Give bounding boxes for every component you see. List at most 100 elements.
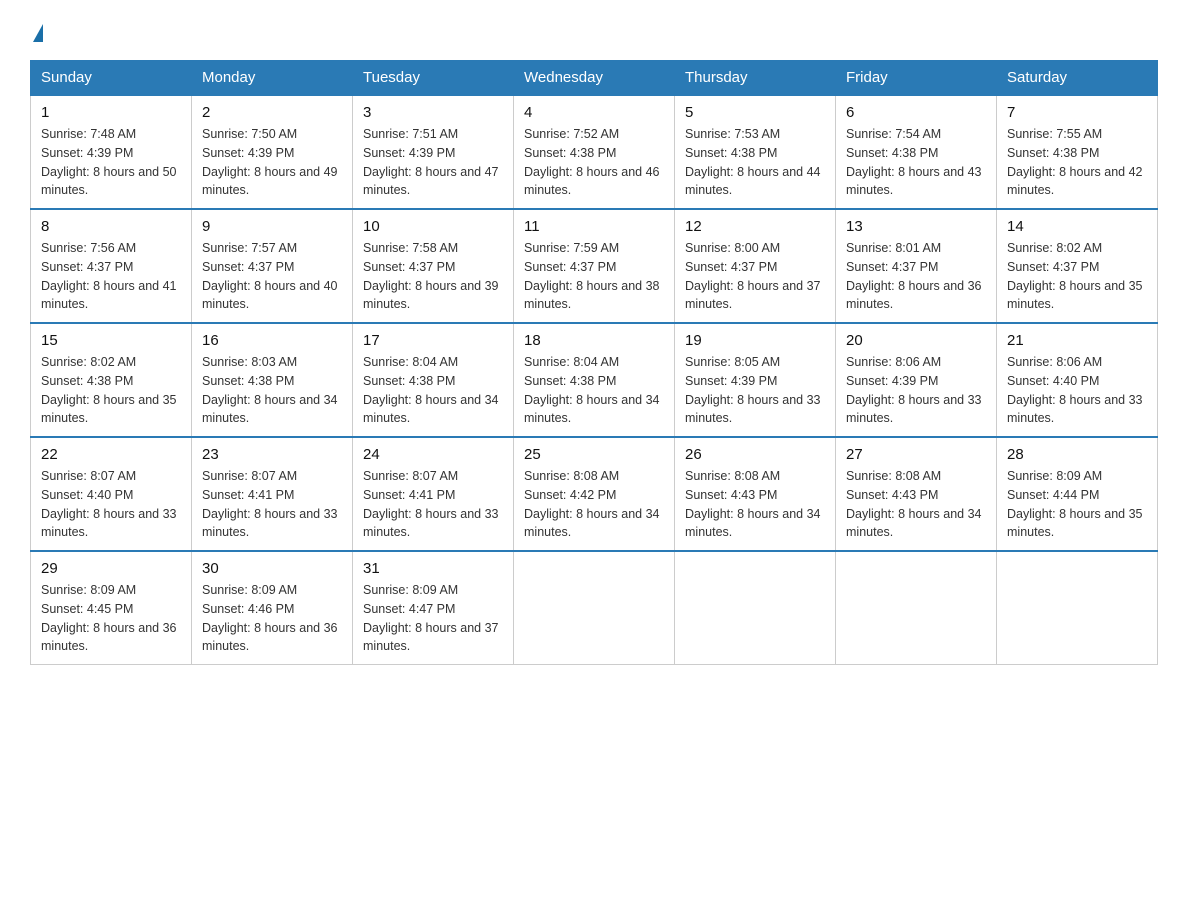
day-info: Sunrise: 8:07 AM Sunset: 4:41 PM Dayligh… [202, 467, 342, 542]
calendar-cell [514, 551, 675, 665]
calendar-cell: 5 Sunrise: 7:53 AM Sunset: 4:38 PM Dayli… [675, 95, 836, 209]
calendar-cell: 26 Sunrise: 8:08 AM Sunset: 4:43 PM Dayl… [675, 437, 836, 551]
day-info: Sunrise: 8:06 AM Sunset: 4:39 PM Dayligh… [846, 353, 986, 428]
calendar-cell: 29 Sunrise: 8:09 AM Sunset: 4:45 PM Dayl… [31, 551, 192, 665]
calendar-cell: 27 Sunrise: 8:08 AM Sunset: 4:43 PM Dayl… [836, 437, 997, 551]
calendar-week-row: 1 Sunrise: 7:48 AM Sunset: 4:39 PM Dayli… [31, 95, 1158, 209]
day-info: Sunrise: 8:02 AM Sunset: 4:38 PM Dayligh… [41, 353, 181, 428]
day-info: Sunrise: 8:03 AM Sunset: 4:38 PM Dayligh… [202, 353, 342, 428]
logo [30, 20, 43, 40]
calendar-cell: 9 Sunrise: 7:57 AM Sunset: 4:37 PM Dayli… [192, 209, 353, 323]
day-number: 8 [41, 218, 181, 235]
day-info: Sunrise: 8:05 AM Sunset: 4:39 PM Dayligh… [685, 353, 825, 428]
day-number: 10 [363, 218, 503, 235]
calendar-cell: 7 Sunrise: 7:55 AM Sunset: 4:38 PM Dayli… [997, 95, 1158, 209]
day-info: Sunrise: 8:06 AM Sunset: 4:40 PM Dayligh… [1007, 353, 1147, 428]
day-number: 22 [41, 446, 181, 463]
day-number: 5 [685, 104, 825, 121]
day-info: Sunrise: 8:08 AM Sunset: 4:43 PM Dayligh… [846, 467, 986, 542]
day-info: Sunrise: 8:08 AM Sunset: 4:43 PM Dayligh… [685, 467, 825, 542]
col-sunday: Sunday [31, 61, 192, 96]
calendar-cell: 12 Sunrise: 8:00 AM Sunset: 4:37 PM Dayl… [675, 209, 836, 323]
page-header [30, 20, 1158, 40]
col-friday: Friday [836, 61, 997, 96]
day-number: 2 [202, 104, 342, 121]
calendar-cell: 22 Sunrise: 8:07 AM Sunset: 4:40 PM Dayl… [31, 437, 192, 551]
calendar-cell: 21 Sunrise: 8:06 AM Sunset: 4:40 PM Dayl… [997, 323, 1158, 437]
day-info: Sunrise: 8:04 AM Sunset: 4:38 PM Dayligh… [363, 353, 503, 428]
day-info: Sunrise: 7:52 AM Sunset: 4:38 PM Dayligh… [524, 125, 664, 200]
calendar-cell: 20 Sunrise: 8:06 AM Sunset: 4:39 PM Dayl… [836, 323, 997, 437]
col-saturday: Saturday [997, 61, 1158, 96]
day-info: Sunrise: 7:54 AM Sunset: 4:38 PM Dayligh… [846, 125, 986, 200]
day-number: 1 [41, 104, 181, 121]
calendar-cell: 23 Sunrise: 8:07 AM Sunset: 4:41 PM Dayl… [192, 437, 353, 551]
day-info: Sunrise: 8:07 AM Sunset: 4:40 PM Dayligh… [41, 467, 181, 542]
day-info: Sunrise: 8:09 AM Sunset: 4:46 PM Dayligh… [202, 581, 342, 656]
calendar-cell [997, 551, 1158, 665]
calendar-cell: 15 Sunrise: 8:02 AM Sunset: 4:38 PM Dayl… [31, 323, 192, 437]
day-number: 16 [202, 332, 342, 349]
day-info: Sunrise: 7:58 AM Sunset: 4:37 PM Dayligh… [363, 239, 503, 314]
day-number: 27 [846, 446, 986, 463]
calendar-cell: 24 Sunrise: 8:07 AM Sunset: 4:41 PM Dayl… [353, 437, 514, 551]
day-info: Sunrise: 7:59 AM Sunset: 4:37 PM Dayligh… [524, 239, 664, 314]
calendar-cell: 18 Sunrise: 8:04 AM Sunset: 4:38 PM Dayl… [514, 323, 675, 437]
calendar-cell: 16 Sunrise: 8:03 AM Sunset: 4:38 PM Dayl… [192, 323, 353, 437]
calendar-cell: 6 Sunrise: 7:54 AM Sunset: 4:38 PM Dayli… [836, 95, 997, 209]
calendar-week-row: 15 Sunrise: 8:02 AM Sunset: 4:38 PM Dayl… [31, 323, 1158, 437]
day-info: Sunrise: 7:55 AM Sunset: 4:38 PM Dayligh… [1007, 125, 1147, 200]
day-number: 6 [846, 104, 986, 121]
calendar-cell: 31 Sunrise: 8:09 AM Sunset: 4:47 PM Dayl… [353, 551, 514, 665]
day-number: 12 [685, 218, 825, 235]
day-number: 26 [685, 446, 825, 463]
day-info: Sunrise: 8:07 AM Sunset: 4:41 PM Dayligh… [363, 467, 503, 542]
calendar-table: Sunday Monday Tuesday Wednesday Thursday… [30, 60, 1158, 665]
day-info: Sunrise: 8:09 AM Sunset: 4:44 PM Dayligh… [1007, 467, 1147, 542]
calendar-cell: 2 Sunrise: 7:50 AM Sunset: 4:39 PM Dayli… [192, 95, 353, 209]
col-monday: Monday [192, 61, 353, 96]
day-number: 17 [363, 332, 503, 349]
day-number: 18 [524, 332, 664, 349]
day-number: 9 [202, 218, 342, 235]
day-number: 20 [846, 332, 986, 349]
day-info: Sunrise: 7:53 AM Sunset: 4:38 PM Dayligh… [685, 125, 825, 200]
calendar-cell: 1 Sunrise: 7:48 AM Sunset: 4:39 PM Dayli… [31, 95, 192, 209]
calendar-cell [836, 551, 997, 665]
logo-triangle-icon [33, 24, 43, 42]
day-number: 19 [685, 332, 825, 349]
day-number: 28 [1007, 446, 1147, 463]
calendar-cell [675, 551, 836, 665]
calendar-cell: 19 Sunrise: 8:05 AM Sunset: 4:39 PM Dayl… [675, 323, 836, 437]
calendar-header-row: Sunday Monday Tuesday Wednesday Thursday… [31, 61, 1158, 96]
day-number: 29 [41, 560, 181, 577]
day-number: 3 [363, 104, 503, 121]
calendar-week-row: 22 Sunrise: 8:07 AM Sunset: 4:40 PM Dayl… [31, 437, 1158, 551]
calendar-cell: 25 Sunrise: 8:08 AM Sunset: 4:42 PM Dayl… [514, 437, 675, 551]
day-number: 31 [363, 560, 503, 577]
day-info: Sunrise: 7:57 AM Sunset: 4:37 PM Dayligh… [202, 239, 342, 314]
calendar-week-row: 8 Sunrise: 7:56 AM Sunset: 4:37 PM Dayli… [31, 209, 1158, 323]
day-number: 4 [524, 104, 664, 121]
day-info: Sunrise: 7:50 AM Sunset: 4:39 PM Dayligh… [202, 125, 342, 200]
day-info: Sunrise: 8:02 AM Sunset: 4:37 PM Dayligh… [1007, 239, 1147, 314]
day-number: 11 [524, 218, 664, 235]
calendar-cell: 30 Sunrise: 8:09 AM Sunset: 4:46 PM Dayl… [192, 551, 353, 665]
calendar-cell: 3 Sunrise: 7:51 AM Sunset: 4:39 PM Dayli… [353, 95, 514, 209]
day-info: Sunrise: 8:00 AM Sunset: 4:37 PM Dayligh… [685, 239, 825, 314]
day-info: Sunrise: 8:09 AM Sunset: 4:47 PM Dayligh… [363, 581, 503, 656]
calendar-cell: 8 Sunrise: 7:56 AM Sunset: 4:37 PM Dayli… [31, 209, 192, 323]
day-number: 21 [1007, 332, 1147, 349]
day-number: 24 [363, 446, 503, 463]
day-number: 14 [1007, 218, 1147, 235]
calendar-cell: 4 Sunrise: 7:52 AM Sunset: 4:38 PM Dayli… [514, 95, 675, 209]
day-info: Sunrise: 8:01 AM Sunset: 4:37 PM Dayligh… [846, 239, 986, 314]
calendar-week-row: 29 Sunrise: 8:09 AM Sunset: 4:45 PM Dayl… [31, 551, 1158, 665]
day-number: 15 [41, 332, 181, 349]
day-info: Sunrise: 8:08 AM Sunset: 4:42 PM Dayligh… [524, 467, 664, 542]
day-info: Sunrise: 8:09 AM Sunset: 4:45 PM Dayligh… [41, 581, 181, 656]
day-info: Sunrise: 7:48 AM Sunset: 4:39 PM Dayligh… [41, 125, 181, 200]
day-info: Sunrise: 7:56 AM Sunset: 4:37 PM Dayligh… [41, 239, 181, 314]
calendar-cell: 11 Sunrise: 7:59 AM Sunset: 4:37 PM Dayl… [514, 209, 675, 323]
calendar-cell: 10 Sunrise: 7:58 AM Sunset: 4:37 PM Dayl… [353, 209, 514, 323]
